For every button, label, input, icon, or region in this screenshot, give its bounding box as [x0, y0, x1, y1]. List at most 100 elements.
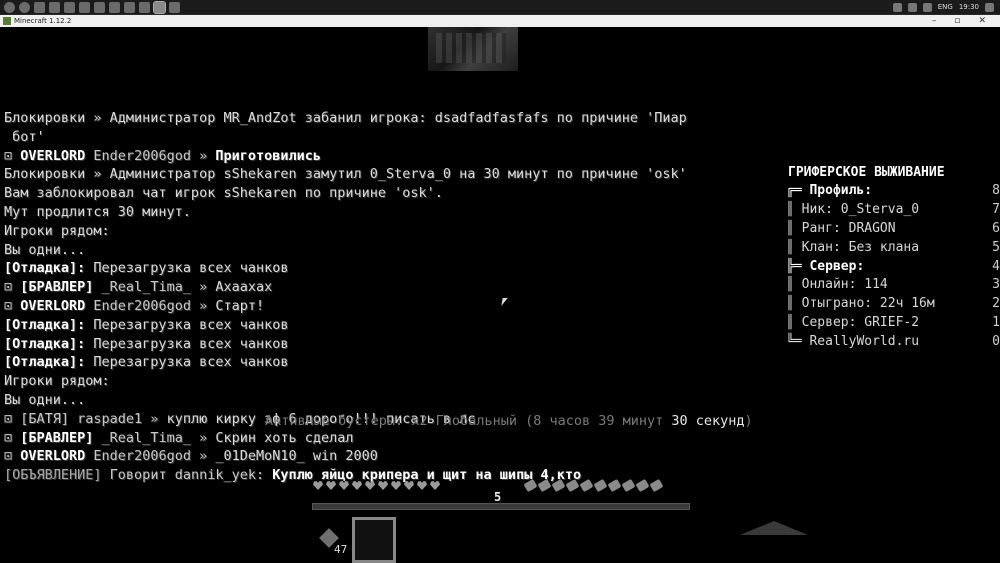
- chat-segment: [Отладка]:: [4, 354, 86, 371]
- chat-segment: Перезагрузка всех чанков: [85, 260, 289, 277]
- chat-segment: ⊡: [4, 279, 21, 296]
- steam-icon[interactable]: [79, 1, 90, 13]
- chat-segment: бот': [4, 128, 45, 145]
- scoreboard-sidebar: ГРИФЕРСКОЕ ВЫЖИВАНИЕ ╔═ Профиль: 8 ║ Ник: …: [786, 163, 1000, 352]
- minecraft-icon[interactable]: [153, 0, 166, 14]
- chat-segment: Игроки рядом:: [4, 222, 110, 239]
- volume-icon[interactable]: [922, 2, 932, 12]
- cortana-icon[interactable]: [19, 1, 30, 13]
- window-titlebar: Minecraft 1.12.2 – ▫ ✕: [0, 15, 1000, 27]
- drumstick-icon: [537, 478, 552, 493]
- scoreboard-row: ║ Отыграно: 22ч 16м 2: [786, 295, 1000, 314]
- chat-segment: Скрин хоть сделал: [215, 429, 354, 446]
- chat-segment: [БРАВЛЕР]: [20, 279, 94, 296]
- scoreboard-label: ║ Отыграно: 22ч 16м: [786, 296, 935, 312]
- boosters-prefix: Активные бустеры: х2 Глобальный (8 часов…: [265, 413, 672, 429]
- minecraft-icon-2[interactable]: [169, 1, 180, 13]
- taskbar-app-icons: [0, 0, 180, 14]
- drumstick-icon: [593, 478, 608, 493]
- chat-segment: Приготовились: [215, 147, 322, 164]
- hotbar-selected-slot[interactable]: [352, 517, 396, 563]
- drumstick-icon: [621, 478, 636, 493]
- chrome-icon[interactable]: [94, 1, 105, 13]
- scoreboard-row: ║ Ник: 0_Sterva_0 7: [786, 201, 1000, 220]
- mail-icon[interactable]: [64, 1, 75, 13]
- scoreboard-row: ╔═ Профиль: 8: [786, 182, 1000, 201]
- minimize-button[interactable]: –: [932, 16, 937, 26]
- chat-message: [Отладка]: Перезагрузка всех чанков: [4, 316, 764, 335]
- explorer-icon[interactable]: [34, 1, 45, 13]
- chat-message: Вы одни...: [4, 241, 764, 260]
- chat-segment: _Real_Tima_ »: [93, 279, 216, 296]
- chat-segment: Старт!: [215, 297, 265, 314]
- drumstick-icon: [579, 478, 594, 493]
- chat-segment: Перезагрузка всех чанков: [85, 354, 289, 371]
- chat-segment: [Отладка]:: [4, 260, 86, 277]
- close-button[interactable]: ✕: [978, 16, 986, 26]
- heart-icon: [430, 481, 440, 490]
- offhand-count: 47: [334, 543, 348, 556]
- scoreboard-score: 0: [992, 334, 1000, 350]
- chat-message: Игроки рядом:: [4, 372, 764, 391]
- scoreboard-row: ║ Ранг: DRAGON 6: [786, 220, 1000, 239]
- clock[interactable]: 19:30: [959, 3, 979, 11]
- chat-message: Вам заблокировал чат игрок sShekaren по …: [4, 184, 764, 203]
- scoreboard-score: 3: [992, 277, 1000, 293]
- boosters-suffix: ): [744, 413, 753, 429]
- chat-message: ⊡ OVERLORD Ender2006god » _01DeMoN10_ wi…: [4, 447, 764, 466]
- scoreboard-label: ╠═ Сервер:: [786, 258, 865, 274]
- chat-segment: Перезагрузка всех чанков: [85, 316, 289, 333]
- scoreboard-title: ГРИФЕРСКОЕ ВЫЖИВАНИЕ: [788, 165, 945, 180]
- heart-icon: [417, 481, 427, 490]
- drumstick-icon: [649, 478, 664, 493]
- hunger-bar: [523, 478, 664, 493]
- chat-message: ⊡ [БРАВЛЕР] _Real_Tima_ » Ахаахах: [4, 278, 764, 297]
- language-indicator[interactable]: ENG: [938, 3, 953, 11]
- chat-message: [Отладка]: Перезагрузка всех чанков: [4, 259, 764, 278]
- scoreboard-label: ║ Клан: Без клана: [786, 239, 920, 255]
- window-title: Minecraft 1.12.2: [14, 17, 72, 25]
- chat-message: [Отладка]: Перезагрузка всех чанков: [4, 335, 764, 354]
- chat-segment: Ахаахах: [215, 279, 273, 296]
- chat-segment: ⊡: [4, 429, 21, 446]
- scoreboard-score: 4: [992, 258, 1000, 274]
- chat-segment: Ender2006god »: [85, 448, 216, 465]
- window-thumbnail-preview: [428, 27, 518, 71]
- game-viewport[interactable]: Блокировки » Администратор MR_AndZot заб…: [0, 27, 1000, 563]
- notifications-icon[interactable]: [985, 2, 994, 12]
- maximize-button[interactable]: ▫: [954, 16, 960, 26]
- app-icon[interactable]: [139, 1, 150, 13]
- chat-message: [Отладка]: Перезагрузка всех чанков: [4, 353, 764, 372]
- heart-icon: [326, 481, 336, 490]
- discord-icon[interactable]: [124, 1, 135, 13]
- chevron-up-icon[interactable]: [892, 2, 902, 12]
- chat-message: Игроки рядом:: [4, 222, 764, 241]
- chat-segment: [Отладка]:: [4, 335, 86, 352]
- chat-message: ⊡ OVERLORD Ender2006god » Приготовились: [4, 147, 764, 166]
- scoreboard-score: 8: [992, 183, 1000, 198]
- network-icon[interactable]: [907, 2, 917, 12]
- drumstick-icon: [551, 478, 566, 493]
- xp-level: 5: [494, 490, 502, 504]
- scoreboard-label: ╔═ Профиль:: [786, 183, 873, 198]
- chat-segment: [БРАВЛЕР]: [20, 429, 94, 446]
- scoreboard-row: ╠═ Сервер: 4: [786, 258, 1000, 277]
- chat-message: Мут продлится 30 минут.: [4, 203, 764, 222]
- scoreboard-row: ║ Сервер: GRIEF-2 1: [786, 314, 1000, 333]
- system-tray: ENG 19:30: [892, 2, 1000, 12]
- heart-icon: [352, 481, 362, 490]
- windows-icon[interactable]: [4, 1, 15, 13]
- yandex-icon[interactable]: [109, 1, 120, 13]
- xp-bar: [312, 503, 690, 510]
- chat-segment: OVERLORD: [20, 448, 86, 465]
- chat-segment: _01DeMoN10_ win 2000: [215, 448, 378, 465]
- scoreboard-row: ║ Онлайн: 114 3: [786, 276, 1000, 295]
- heart-icon: [391, 481, 401, 490]
- chat-segment: ⊡: [4, 147, 21, 164]
- scoreboard-label: ║ Ранг: DRAGON: [786, 220, 896, 236]
- scoreboard-score: 7: [992, 201, 1000, 217]
- store-icon[interactable]: [49, 1, 60, 13]
- chat-segment: OVERLORD: [20, 147, 86, 164]
- chat-message: бот': [4, 128, 764, 147]
- chat-segment: _Real_Tima_ »: [93, 429, 216, 446]
